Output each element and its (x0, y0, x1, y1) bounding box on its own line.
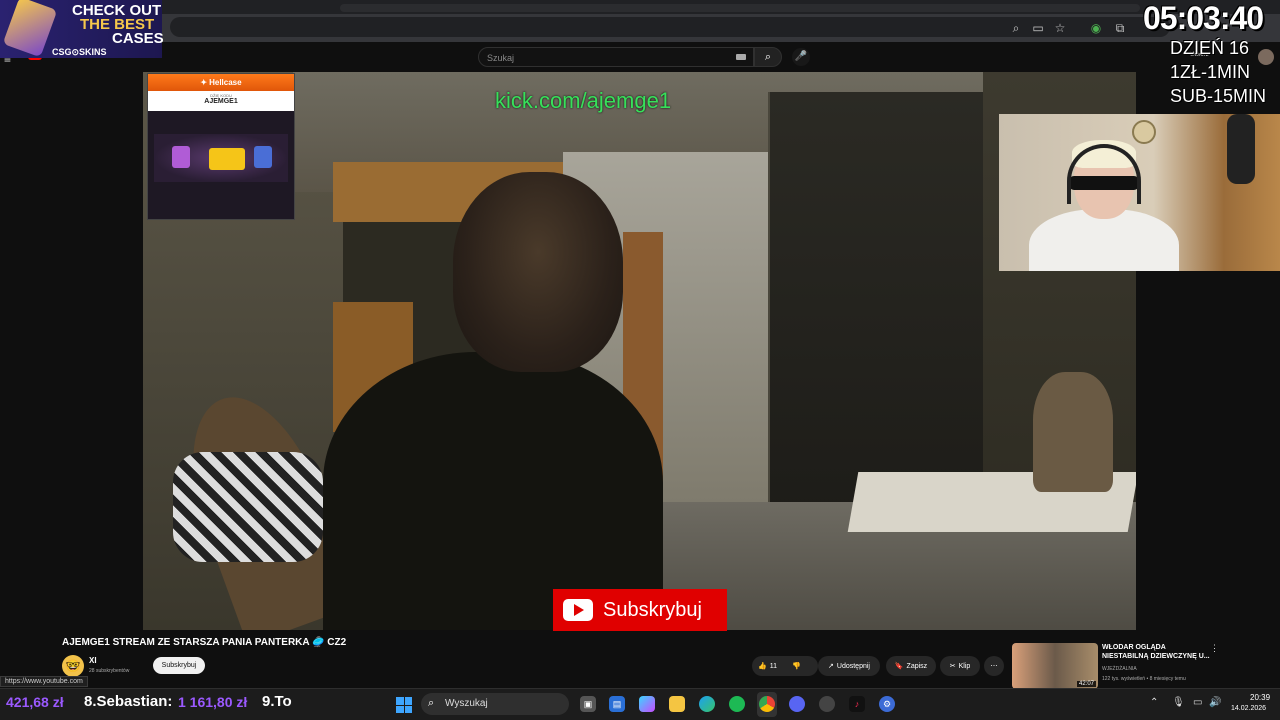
case-icon (209, 148, 245, 170)
clip-label: Klip (958, 662, 971, 670)
leaderboard-next: 9.To (262, 693, 292, 710)
bookmark-icon: 🔖 (894, 663, 904, 670)
discord-icon[interactable] (789, 696, 805, 712)
share-label: Udostępnij (836, 662, 870, 670)
share-icon: ↗ (828, 663, 834, 670)
search-icon: ⌕ (764, 51, 772, 63)
extension-icon[interactable]: ◉ (1088, 20, 1104, 36)
windows-start-icon[interactable] (396, 697, 412, 713)
csgo-skins-banner: CHECK OUT THE BEST CASES CSG⊙SKINS (0, 0, 164, 58)
video-title: AJEMGE1 STREAM ZE STARSZA PANIA PANTERKA… (62, 637, 347, 648)
video-frame-blanket (173, 452, 323, 562)
channel-name[interactable]: XI (89, 656, 97, 665)
status-url: https://www.youtube.com (0, 676, 88, 687)
rate-sub: SUB-15MIN (1170, 86, 1267, 106)
hellcase-cases-image (154, 134, 288, 182)
task-view-icon[interactable]: ▣ (580, 696, 596, 712)
video-frame-closet (768, 92, 990, 522)
recommendation-thumbnail[interactable]: 42:07 (1012, 643, 1098, 689)
file-explorer-icon[interactable] (669, 696, 685, 712)
save-button[interactable]: 🔖 Zapisz (886, 656, 936, 676)
donation-amount: 421,68 zł (6, 694, 64, 710)
more-actions-button[interactable]: ⋯ (984, 656, 1004, 676)
network-icon[interactable]: ▭ (1193, 697, 1202, 708)
stream-timer: 05:03:40 (1143, 0, 1264, 36)
recommendation-channel[interactable]: WJEŻDŻALNIA (1102, 666, 1137, 672)
browser-tab[interactable] (340, 4, 1140, 12)
search-icon: ⌕ (428, 697, 435, 709)
clock-icon (1132, 120, 1156, 144)
settings-gear-icon[interactable]: ⚙ (879, 696, 895, 712)
account-avatar[interactable] (1258, 49, 1274, 65)
tray-chevron-icon[interactable]: ⌃ (1150, 697, 1158, 708)
recommendation-meta: 122 tys. wyświetleń • 8 miesięcy temu (1102, 676, 1186, 682)
video-frame-person-head (453, 172, 623, 372)
recommendation-title[interactable]: WŁODAR OGLĄDA NIESTABILNĄ DZIEWCZYNĘ U..… (1102, 643, 1212, 661)
case-icon (172, 146, 190, 168)
mic-tray-icon[interactable]: 🎙 (1172, 697, 1185, 708)
save-label: Zapisz (906, 662, 928, 670)
hellcase-overlay: ✦ Hellcase DŽIĘ KODU AJEMGE1 (147, 73, 295, 220)
zoom-icon[interactable]: ⌕ (1008, 20, 1024, 36)
cast-icon[interactable]: ▭ (1030, 20, 1046, 36)
store-icon[interactable]: ▤ (609, 696, 625, 712)
subscribe-overlay: Subskrybuj (553, 589, 727, 631)
channel-avatar[interactable]: 🤓 (62, 655, 84, 677)
recommendation-duration: 42:07 (1076, 681, 1096, 687)
spotify-icon[interactable] (729, 696, 745, 712)
video-frame-person-background (1033, 372, 1113, 492)
youtube-play-icon (563, 599, 593, 621)
keyboard-icon[interactable] (736, 54, 746, 60)
scissors-icon: ✂ (949, 663, 956, 670)
case-icon (254, 146, 272, 168)
stream-day: DZIEŃ 16 (1170, 38, 1250, 58)
leaderboard-amount: 1 161,80 zł (178, 694, 248, 710)
like-count: 11 (769, 662, 777, 670)
hellcase-code-box: DŽIĘ KODU AJEMGE1 (148, 91, 294, 111)
tiktok-icon[interactable]: ♪ (849, 696, 865, 712)
subscribe-overlay-label: Subskrybuj (603, 598, 702, 621)
more-icon: ⋯ (990, 663, 998, 670)
rate-zl: 1ZŁ-1MIN (1170, 62, 1251, 82)
recommendation-menu-icon[interactable]: ⋮ (1210, 643, 1219, 654)
clip-button[interactable]: ✂ Klip (940, 656, 980, 676)
taskbar-time[interactable]: 20:39 (1250, 693, 1270, 702)
search-input[interactable]: Szukaj (478, 47, 754, 67)
bookmark-star-icon[interactable]: ☆ (1052, 20, 1068, 36)
hellcase-brand: ✦ Hellcase (148, 74, 294, 91)
leaderboard-entry: 8.Sebastian: (84, 693, 173, 710)
copilot-icon[interactable] (639, 696, 655, 712)
edge-icon[interactable] (699, 696, 715, 712)
search-button[interactable]: ⌕ (754, 47, 782, 67)
banner-brand: CSG⊙SKINS (52, 47, 107, 57)
kick-url-overlay: kick.com/ajemge1 (495, 88, 672, 113)
extensions-puzzle-icon[interactable]: ⧉ (1112, 20, 1128, 36)
chrome-icon[interactable] (759, 696, 775, 712)
taskbar-date[interactable]: 14.02.2026 (1231, 705, 1266, 712)
volume-icon[interactable]: 🔊 (1209, 697, 1221, 708)
thumbs-up-icon: 👍 (758, 663, 767, 670)
share-button[interactable]: ↗ Udostępnij (818, 656, 880, 676)
like-button[interactable]: 👍 11 👎 (752, 656, 818, 676)
banner-line-3: CASES (112, 30, 164, 47)
taskbar-search[interactable]: Wyszukaj (421, 693, 569, 715)
voice-search-mic-icon[interactable]: 🎤 (792, 48, 810, 66)
microphone-icon (1227, 114, 1255, 184)
subscriber-count: 28 subskrybentów (89, 668, 130, 674)
hellcase-code-label: DŽIĘ KODU (210, 93, 232, 98)
hellcase-code: AJEMGE1 (204, 98, 238, 105)
obs-icon[interactable] (819, 696, 835, 712)
knife-icon (2, 0, 58, 58)
webcam-overlay (999, 114, 1280, 271)
thumbs-down-icon[interactable]: 👎 (792, 662, 801, 670)
subscribe-button[interactable]: Subskrybuj (153, 657, 205, 674)
